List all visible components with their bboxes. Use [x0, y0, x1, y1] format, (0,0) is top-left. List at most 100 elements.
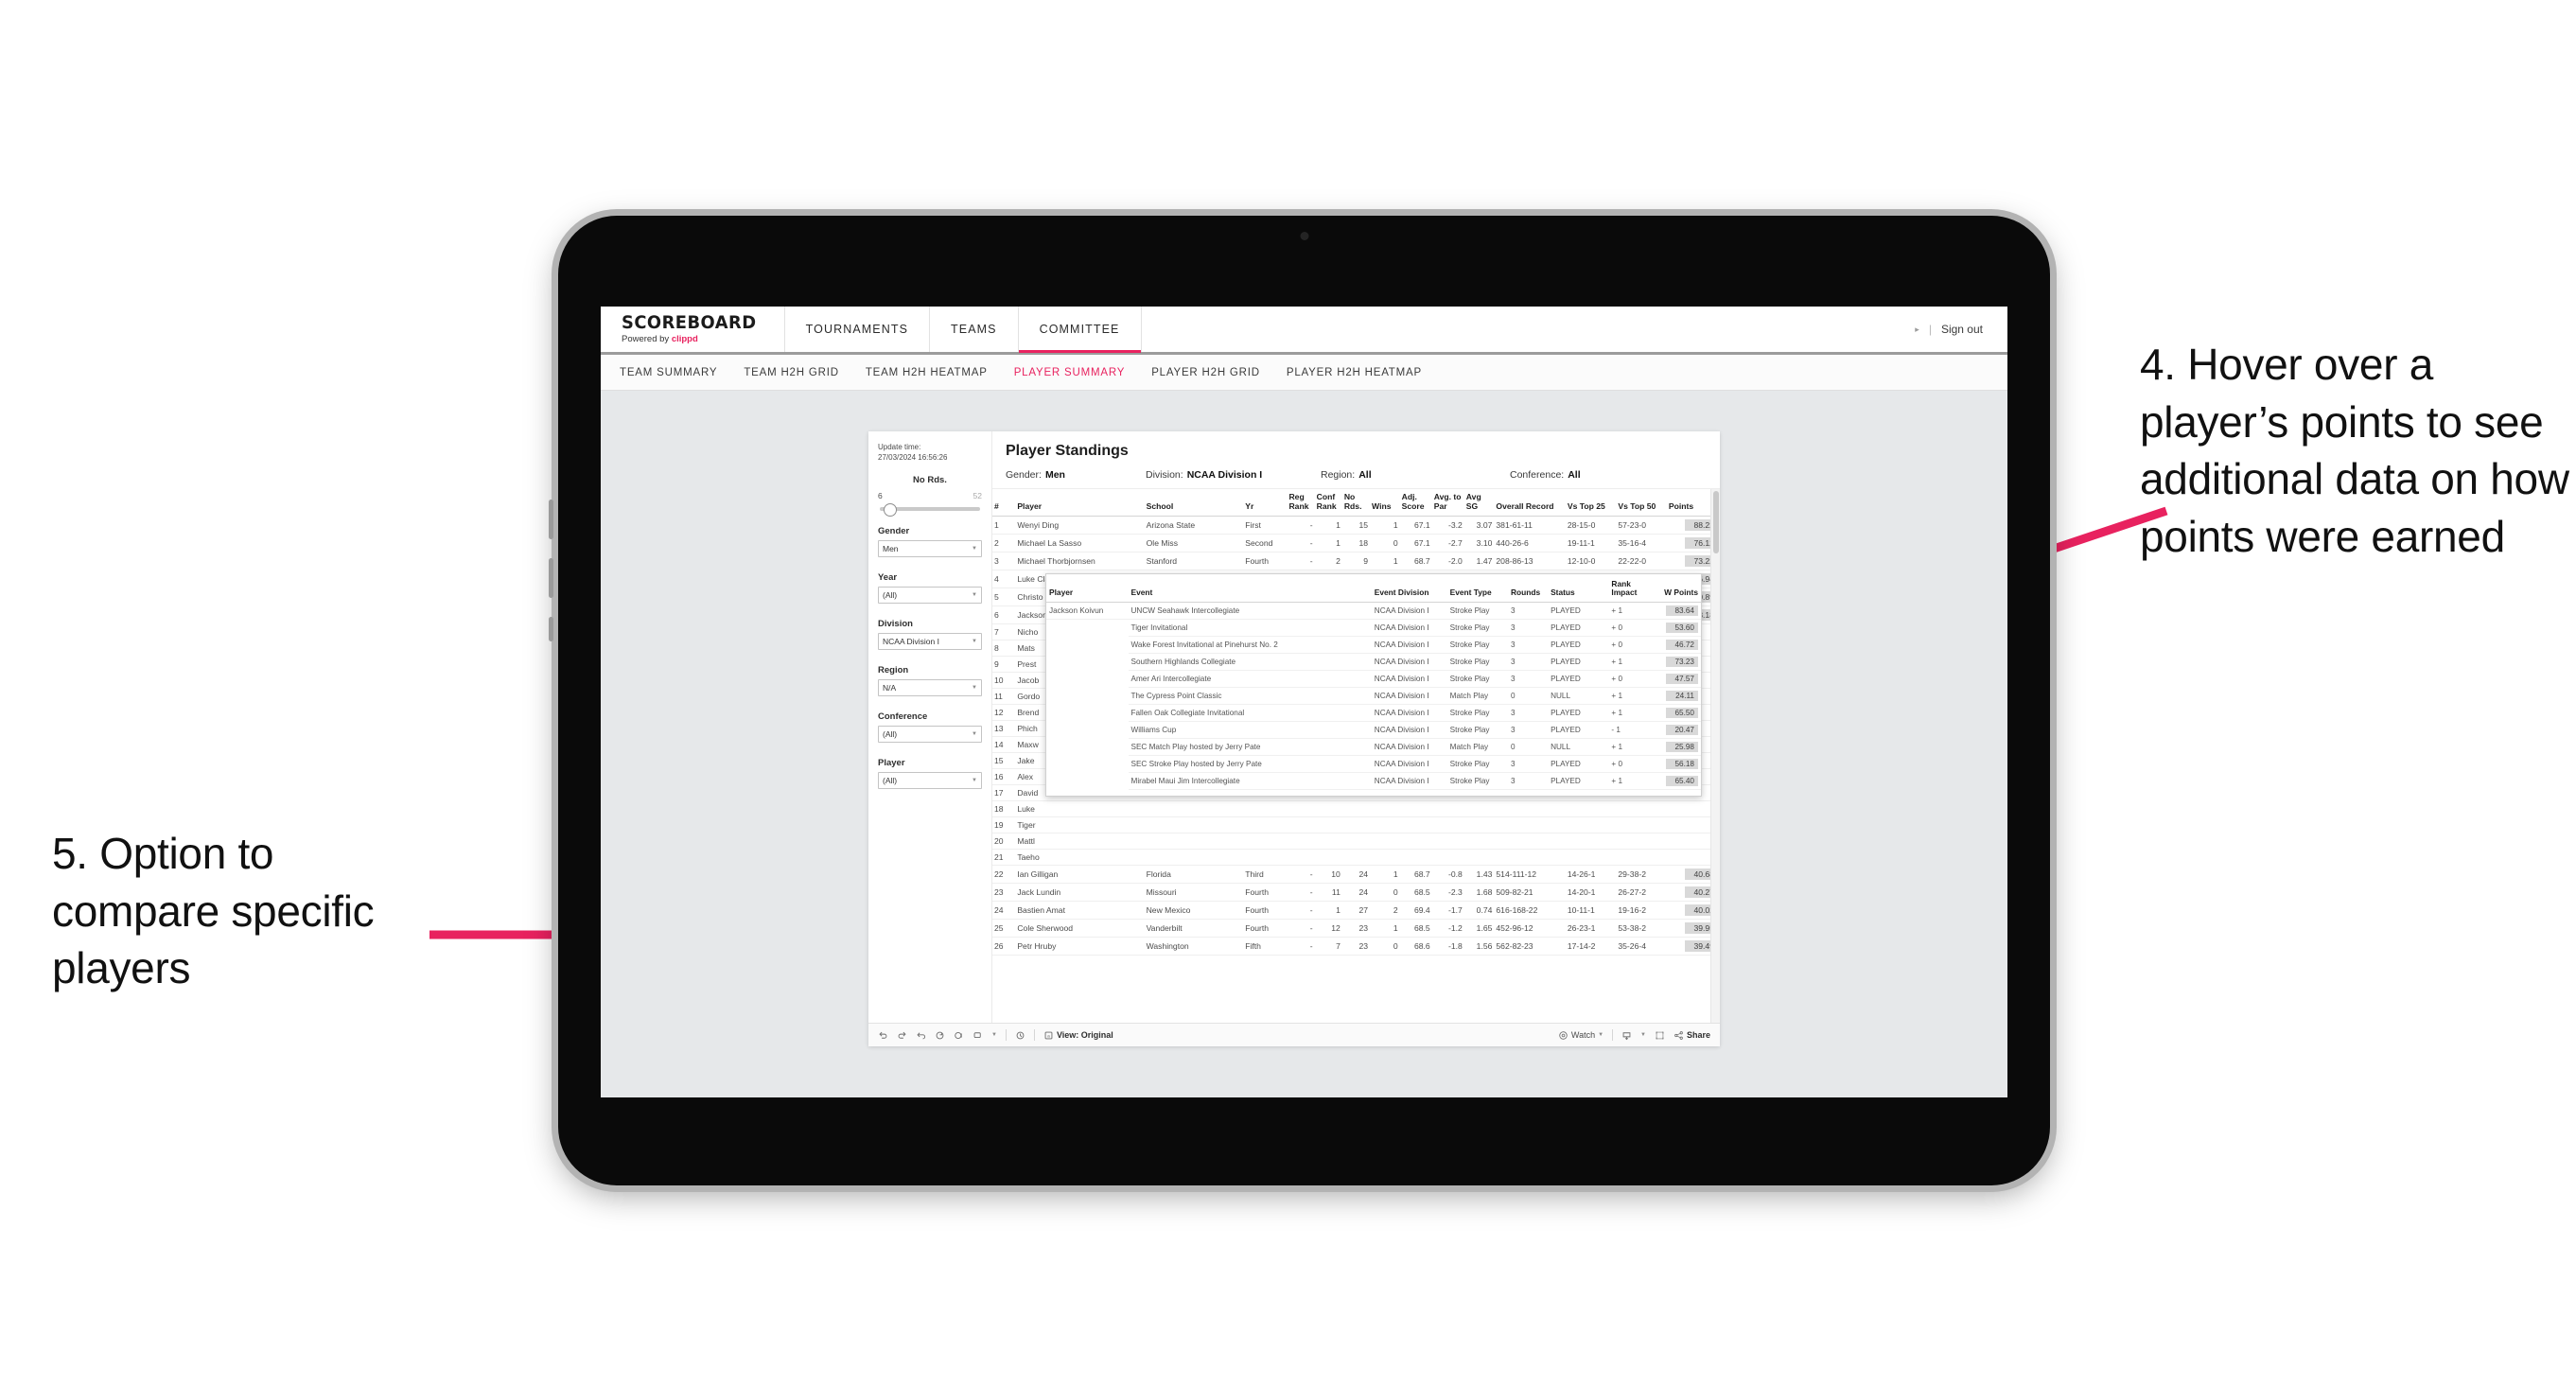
vs-top50-cell: 19-16-2: [1616, 901, 1667, 921]
col-avg-sg[interactable]: Avg SG: [1463, 489, 1495, 518]
tooltip-row: Amer Ari Intercollegiate NCAA Division IS…: [1046, 670, 1701, 689]
col-player[interactable]: Player: [1015, 489, 1145, 518]
col-conf-rank[interactable]: Conf Rank: [1314, 489, 1342, 518]
col-no-rds[interactable]: No Rds.: [1341, 489, 1371, 518]
volume-up-button[interactable]: [549, 500, 553, 539]
filter-region-select[interactable]: N/A ▼: [878, 678, 982, 696]
yr-cell: Third: [1243, 865, 1288, 885]
rank-cell: 9: [992, 656, 1016, 674]
account-chevron-icon[interactable]: ▸: [1915, 325, 1919, 335]
filter-division-select[interactable]: NCAA Division I ▼: [878, 632, 982, 650]
brand-logo[interactable]: SCOREBOARD Powered by clippd: [601, 307, 785, 352]
avg-par-cell: -1.8: [1431, 937, 1464, 956]
tab-team-h2h-grid[interactable]: TEAM H2H GRID: [744, 367, 839, 378]
view-icon: a: [1043, 1030, 1054, 1041]
slider-handle[interactable]: [884, 502, 897, 517]
tooltip-rounds-cell: 0: [1507, 687, 1549, 706]
filter-gender-select[interactable]: Men ▼: [878, 539, 982, 557]
col-school[interactable]: School: [1144, 489, 1244, 518]
rank-cell: 2: [992, 534, 1016, 553]
table-row[interactable]: 25 Cole Sherwood Vanderbilt Fourth -12 23 1 68.…: [992, 919, 1720, 939]
filter-year-select[interactable]: (All) ▼: [878, 586, 982, 604]
yr-cell: Fourth: [1243, 883, 1288, 903]
update-time: Update time: 27/03/2024 16:56:26: [878, 443, 982, 464]
table-row[interactable]: 22 Ian Gilligan Florida Third -10 24 1 68.7 -0.8…: [992, 865, 1720, 885]
col-adj-score[interactable]: Adj. Score: [1399, 489, 1432, 518]
overall-record-cell: 616-168-22: [1494, 901, 1566, 921]
col-overall-record[interactable]: Overall Record: [1494, 489, 1566, 518]
custom-view-chevron-icon[interactable]: ▼: [991, 1032, 997, 1038]
view-original-button[interactable]: a View: Original: [1043, 1030, 1113, 1041]
col-reg-rank[interactable]: Reg Rank: [1287, 489, 1315, 518]
table-row[interactable]: 24 Bastien Amat New Mexico Fourth -1 27 2 69.4-…: [992, 901, 1720, 921]
col-vs-top50[interactable]: Vs Top 50: [1616, 489, 1667, 518]
redo-icon[interactable]: [897, 1030, 907, 1041]
rank-cell: 8: [992, 640, 1016, 658]
custom-view-icon[interactable]: [973, 1030, 983, 1041]
col-yr[interactable]: Yr: [1243, 489, 1288, 518]
table-row[interactable]: 21 Taeho: [992, 849, 1720, 867]
reg-rank-cell: -: [1287, 919, 1315, 939]
watch-button[interactable]: Watch ▼: [1558, 1030, 1603, 1041]
brand-powered-name: clippd: [671, 334, 698, 345]
chevron-down-icon: ▼: [972, 591, 977, 598]
filter-player-select[interactable]: (All) ▼: [878, 771, 982, 789]
reg-rank-cell: -: [1287, 552, 1315, 571]
revert-icon[interactable]: [916, 1030, 926, 1041]
vs-top50-cell: 26-27-2: [1616, 883, 1667, 903]
volume-down-button[interactable]: [549, 558, 553, 598]
col-avg-to-par[interactable]: Avg. to Par: [1431, 489, 1464, 518]
meta-division-label: Division:: [1146, 469, 1183, 481]
col-rank[interactable]: #: [992, 489, 1016, 518]
tooltip-impact-cell: + 1: [1608, 772, 1651, 791]
table-row[interactable]: 26 Petr Hruby Washington Fifth -7 23 0 68.6 -1.8…: [992, 937, 1720, 956]
table-row[interactable]: 2 Michael La Sasso Ole Miss Second -1 18 0 67.1…: [992, 534, 1720, 553]
undo-icon[interactable]: [878, 1030, 888, 1041]
adj-score-cell: [1399, 816, 1432, 834]
tooltip-division-cell: NCAA Division I: [1371, 687, 1447, 706]
refresh-icon[interactable]: [935, 1030, 945, 1041]
table-row[interactable]: 1 Wenyi Ding Arizona State First -1 15 1 67.1 -3…: [992, 516, 1720, 535]
nav-committee[interactable]: COMMITTEE: [1018, 307, 1142, 353]
school-cell: Missouri: [1144, 883, 1244, 903]
table-row[interactable]: 19 Tiger: [992, 816, 1720, 834]
table-scrollbar-thumb[interactable]: [1713, 491, 1719, 553]
power-button[interactable]: [549, 617, 553, 641]
wins-cell: [1370, 849, 1400, 867]
nav-teams[interactable]: TEAMS: [930, 307, 1019, 352]
filter-conference-select[interactable]: (All) ▼: [878, 725, 982, 743]
pause-icon[interactable]: [1015, 1030, 1025, 1041]
tip-col-w-points: W Points: [1650, 574, 1701, 604]
table-row[interactable]: 20 Mattl: [992, 833, 1720, 851]
tab-player-h2h-heatmap[interactable]: PLAYER H2H HEATMAP: [1287, 367, 1422, 378]
no-rounds-slider[interactable]: No Rds. 6 52: [878, 475, 982, 517]
tab-player-summary[interactable]: PLAYER SUMMARY: [1014, 367, 1126, 378]
tab-team-summary[interactable]: TEAM SUMMARY: [620, 367, 717, 378]
download-chevron-icon[interactable]: ▼: [1640, 1032, 1646, 1038]
wins-cell: 1: [1370, 552, 1400, 571]
fullscreen-icon[interactable]: [1655, 1030, 1665, 1041]
table-row[interactable]: 3 Michael Thorbjornsen Stanford Fourth -2 9 1 6…: [992, 552, 1720, 571]
table-row[interactable]: 23 Jack Lundin Missouri Fourth -11 24 0 68.5 -2.…: [992, 883, 1720, 903]
sign-out-link[interactable]: Sign out: [1941, 323, 1983, 336]
download-icon[interactable]: [1621, 1030, 1632, 1041]
share-button[interactable]: Share: [1674, 1030, 1710, 1041]
vs-top50-cell: 35-26-4: [1616, 937, 1667, 956]
nav-tournaments[interactable]: TOURNAMENTS: [785, 307, 931, 352]
wins-cell: 0: [1370, 883, 1400, 903]
col-wins[interactable]: Wins: [1370, 489, 1400, 518]
table-scrollbar[interactable]: [1710, 489, 1720, 1023]
tooltip-points-cell: 83.64: [1650, 602, 1701, 621]
slider-track[interactable]: [880, 502, 980, 517]
brand-tagline: Powered by clippd: [622, 335, 765, 344]
filter-panel: Update time: 27/03/2024 16:56:26 No Rds.…: [868, 431, 992, 1023]
vs-top50-cell: [1616, 849, 1667, 867]
tip-col-rounds: Rounds: [1507, 574, 1549, 604]
tab-team-h2h-heatmap[interactable]: TEAM H2H HEATMAP: [866, 367, 988, 378]
col-vs-top25[interactable]: Vs Top 25: [1565, 489, 1617, 518]
tab-player-h2h-grid[interactable]: PLAYER H2H GRID: [1151, 367, 1260, 378]
no-rds-cell: 24: [1341, 865, 1371, 885]
table-row[interactable]: 18 Luke: [992, 800, 1720, 818]
svg-text:a: a: [1047, 1034, 1050, 1039]
pause-auto-update-icon[interactable]: [954, 1030, 964, 1041]
